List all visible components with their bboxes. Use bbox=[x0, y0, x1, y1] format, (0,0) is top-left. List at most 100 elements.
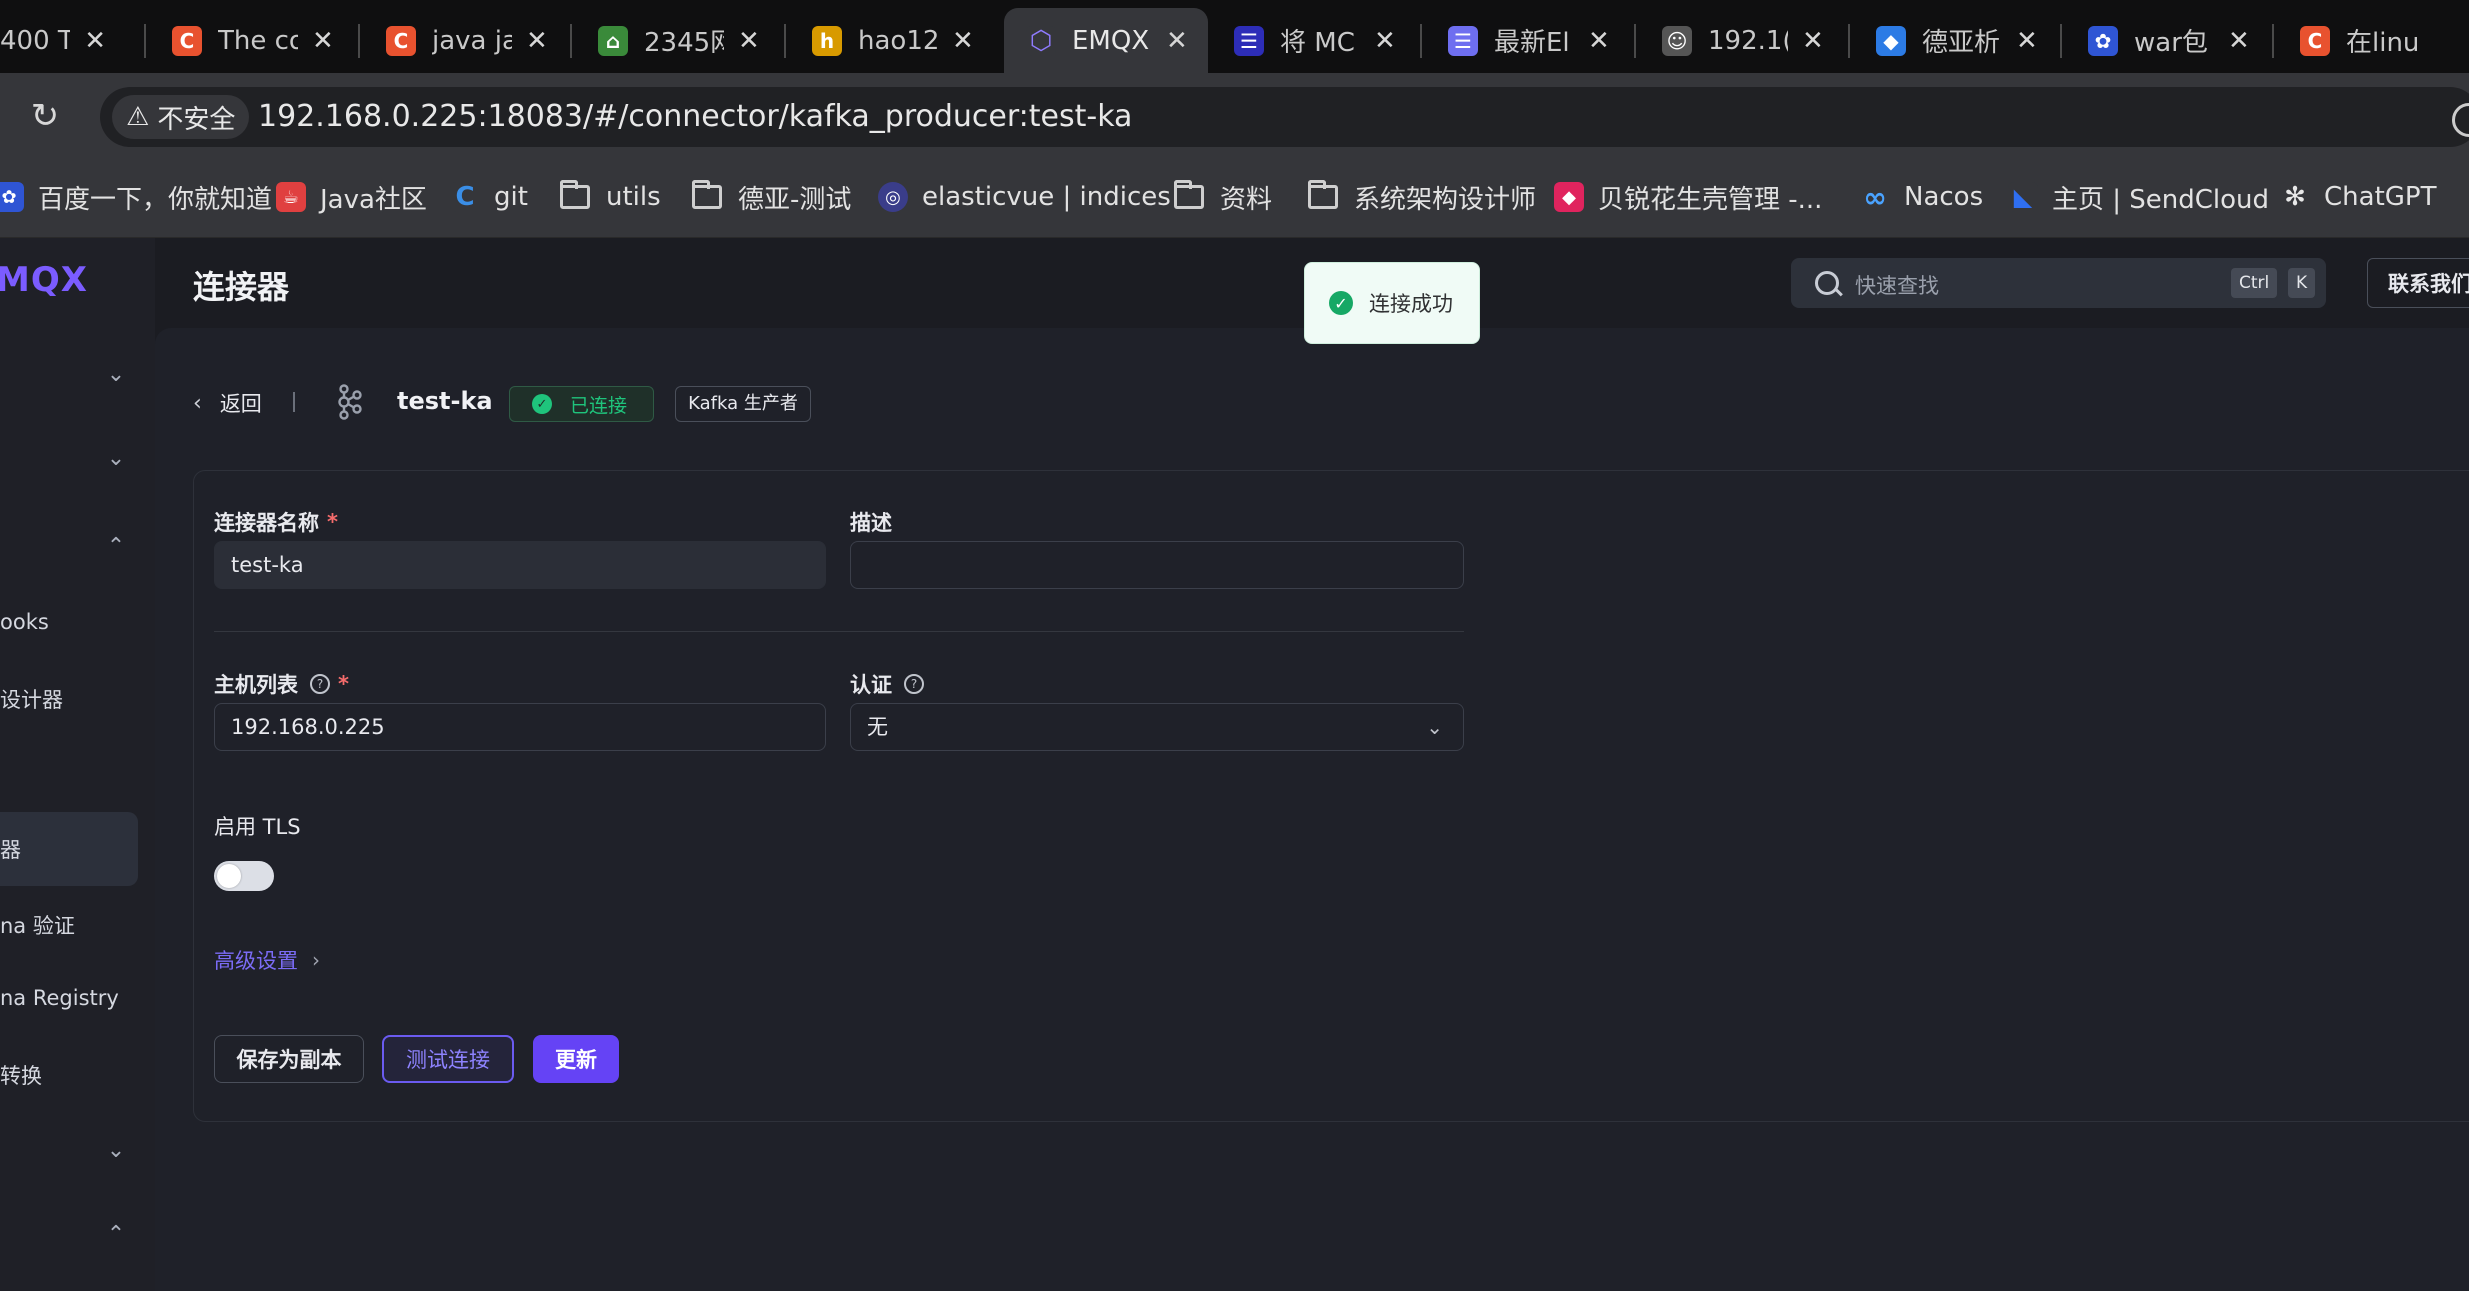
sendcloud-icon: ◣ bbox=[2008, 182, 2038, 212]
toast-message: 连接成功 bbox=[1369, 292, 1453, 316]
bookmark-folder[interactable]: 系统架构设计师 bbox=[1308, 177, 1536, 217]
tab-separator bbox=[2272, 24, 2274, 58]
chevron-up-icon[interactable]: ⌃ bbox=[104, 534, 128, 559]
connector-name-field[interactable]: test-ka bbox=[214, 541, 826, 589]
bookmark-folder[interactable]: 德亚-测试 bbox=[692, 177, 851, 217]
browser-tab[interactable]: C java ja ✕ bbox=[364, 8, 564, 73]
required-mark: * bbox=[338, 672, 349, 696]
browser-tab[interactable]: ✿ war包 ✕ bbox=[2066, 8, 2266, 73]
bookmark-item[interactable]: ✻ ChatGPT bbox=[2280, 177, 2436, 217]
sidebar-item-webhooks[interactable]: ooks bbox=[0, 610, 49, 634]
bookmark-item[interactable]: ✿ 百度一下，你就知道 bbox=[0, 177, 272, 217]
emqx-logo[interactable]: MQX bbox=[0, 260, 88, 300]
help-icon[interactable]: ? bbox=[904, 674, 924, 694]
sidebar-item-connectors[interactable]: 器 bbox=[0, 834, 21, 864]
bookmark-item[interactable]: C git bbox=[450, 177, 528, 217]
check-circle-icon: ✓ bbox=[1329, 291, 1353, 315]
search-placeholder: 快速查找 bbox=[1855, 274, 1939, 298]
hosts-field[interactable]: 192.168.0.225 bbox=[214, 703, 826, 751]
emqx-icon: ⬡ bbox=[1026, 25, 1056, 56]
reload-icon[interactable]: ↻ bbox=[24, 95, 66, 137]
bookmark-label: 百度一下，你就知道 bbox=[38, 184, 273, 215]
tab-title: 400 TE bbox=[0, 25, 71, 56]
bookmark-label: 贝锐花生壳管理 -... bbox=[1598, 184, 1823, 215]
tab-title: EMQX bbox=[1072, 25, 1150, 56]
name-label: 连接器名称 * bbox=[214, 507, 338, 537]
bookmark-label: 系统架构设计师 bbox=[1354, 184, 1537, 215]
browser-tab[interactable]: 400 TE ✕ bbox=[0, 8, 106, 73]
advanced-settings-link[interactable]: 高级设置 › bbox=[214, 945, 320, 975]
tab-title: 最新El bbox=[1494, 28, 1570, 58]
bookmark-label: Nacos bbox=[1904, 182, 1984, 212]
sidebar-item-message-transform[interactable]: 转换 bbox=[0, 1060, 42, 1090]
browser-tab[interactable]: ☰ 最新El ✕ bbox=[1426, 8, 1626, 73]
bookmark-item[interactable]: ◆ 贝锐花生壳管理 -... bbox=[1554, 177, 1822, 217]
contact-us-button[interactable]: 联系我们 bbox=[2367, 258, 2469, 308]
close-icon[interactable]: ✕ bbox=[2228, 26, 2250, 56]
close-icon[interactable]: ✕ bbox=[1802, 26, 1824, 56]
save-as-copy-button[interactable]: 保存为副本 bbox=[214, 1035, 364, 1083]
sidebar-item-schema-validation[interactable]: na 验证 bbox=[0, 910, 75, 940]
doc-icon: ☰ bbox=[1234, 25, 1264, 56]
bookmark-folder[interactable]: utils bbox=[560, 177, 661, 217]
bookmark-item[interactable]: ☕ Java社区 bbox=[276, 177, 427, 217]
tab-separator bbox=[1634, 24, 1636, 58]
bookmark-label: 资料 bbox=[1220, 184, 1273, 215]
required-mark: * bbox=[327, 510, 338, 534]
close-icon[interactable]: ✕ bbox=[2016, 26, 2038, 56]
connector-form: 连接器名称 * test-ka 描述 主机列表 ? * 192.168.0.22… bbox=[193, 470, 2469, 1122]
browser-tab[interactable]: ☺ 192.1( ✕ bbox=[1640, 8, 1840, 73]
help-icon[interactable]: ? bbox=[310, 674, 330, 694]
close-icon[interactable]: ✕ bbox=[952, 26, 974, 56]
bookmark-label: Java社区 bbox=[320, 184, 427, 215]
update-button[interactable]: 更新 bbox=[533, 1035, 619, 1083]
browser-tab[interactable]: h hao12 ✕ bbox=[790, 8, 990, 73]
browser-tab[interactable]: ⌂ 2345网 ✕ bbox=[576, 8, 776, 73]
git-icon: C bbox=[450, 182, 480, 212]
tab-title: java ja bbox=[432, 25, 512, 56]
close-icon[interactable]: ✕ bbox=[738, 26, 760, 56]
bookmark-item[interactable]: ◎ elasticvue | indices bbox=[878, 177, 1171, 217]
browser-tab[interactable]: C 在linu bbox=[2278, 8, 2469, 73]
status-badge: ✓ 已连接 bbox=[509, 386, 654, 422]
back-button[interactable]: ‹ 返回 bbox=[193, 388, 262, 418]
emqx-app: MQX ⌄ ⌄ ⌃ ooks 设计器 器 na 验证 na Registry 转… bbox=[0, 238, 2469, 1291]
browser-tab-active[interactable]: ⬡ EMQX ✕ bbox=[1004, 8, 1208, 73]
bookmark-item[interactable]: ∞ Nacos bbox=[1860, 177, 1983, 217]
close-icon[interactable]: ✕ bbox=[84, 26, 106, 56]
tab-title: 德亚析 bbox=[1922, 28, 2001, 58]
chevron-down-icon[interactable]: ⌄ bbox=[104, 446, 128, 471]
folder-icon bbox=[1174, 180, 1204, 209]
bookmark-item[interactable]: ◣ 主页 | SendCloud bbox=[2008, 177, 2269, 217]
close-icon[interactable]: ✕ bbox=[1166, 26, 1188, 56]
tab-separator bbox=[570, 24, 572, 58]
chevron-up-icon[interactable]: ⌃ bbox=[104, 1222, 128, 1247]
close-icon[interactable]: ✕ bbox=[1588, 26, 1610, 56]
close-icon[interactable]: ✕ bbox=[312, 26, 334, 56]
browser-tab[interactable]: ◆ 德亚析 ✕ bbox=[1854, 8, 2054, 73]
bookmark-label: elasticvue | indices bbox=[922, 182, 1171, 212]
chevron-down-icon[interactable]: ⌄ bbox=[104, 1138, 128, 1163]
browser-tab[interactable]: ☰ 将 MC ✕ bbox=[1212, 8, 1412, 73]
site-info-button[interactable]: ⚠ 不安全 bbox=[112, 95, 250, 139]
quick-search[interactable]: 快速查找 Ctrl K bbox=[1791, 258, 2326, 308]
doc-icon: ☰ bbox=[1448, 25, 1478, 56]
chevron-right-icon: › bbox=[312, 948, 320, 972]
close-icon[interactable]: ✕ bbox=[526, 26, 548, 56]
address-bar[interactable]: ⚠ 不安全 192.168.0.225:18083/#/connector/ka… bbox=[100, 87, 2469, 147]
sidebar-item-schema-registry[interactable]: na Registry bbox=[0, 986, 119, 1010]
test-connection-button[interactable]: 测试连接 bbox=[382, 1035, 514, 1083]
tab-title: 192.1( bbox=[1708, 25, 1788, 56]
tls-toggle[interactable] bbox=[214, 861, 274, 891]
description-field[interactable] bbox=[850, 541, 1464, 589]
search-icon bbox=[1815, 271, 1839, 295]
folder-icon bbox=[692, 180, 722, 209]
url-text[interactable]: 192.168.0.225:18083/#/connector/kafka_pr… bbox=[258, 99, 1132, 134]
bookmark-folder[interactable]: 资料 bbox=[1174, 177, 1272, 217]
sidebar-item-flow-designer[interactable]: 设计器 bbox=[0, 684, 63, 714]
chevron-down-icon[interactable]: ⌄ bbox=[104, 362, 128, 387]
tab-title: The co bbox=[218, 25, 298, 56]
browser-tab[interactable]: C The co ✕ bbox=[150, 8, 350, 73]
close-icon[interactable]: ✕ bbox=[1374, 26, 1396, 56]
auth-select[interactable]: 无 ⌄ bbox=[850, 703, 1464, 751]
